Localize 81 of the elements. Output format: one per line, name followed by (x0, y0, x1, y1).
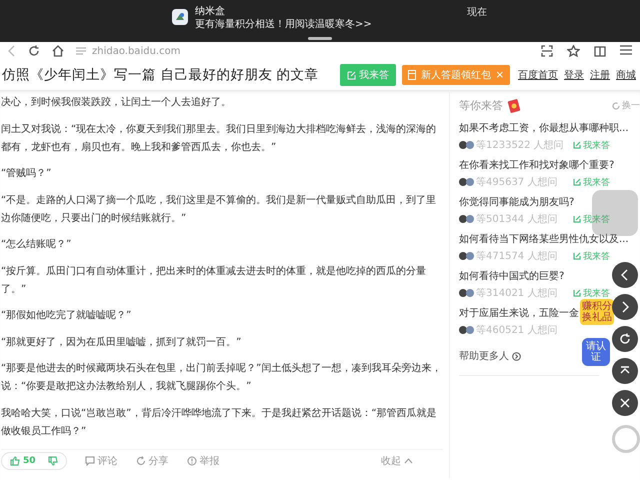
page-title: 仿照《少年闰土》写一篇 自己最好的好朋友 的文章 (2, 66, 320, 84)
refresh-link[interactable]: 换一 (612, 99, 640, 112)
answer-link[interactable]: 我来答 (573, 286, 610, 300)
asker-count: 等495637 人想问 (476, 176, 558, 189)
asker-count: 等1233522 人想问 (476, 138, 564, 152)
scroll-top-button[interactable] (612, 358, 638, 384)
reload-button[interactable] (612, 326, 638, 352)
article-paragraph: 我哈哈大笑，口说“岂敢岂敢”，背后冷汗哗哗地流了下来。于是我赶紧岔开话题说：“那管西瓜就是做收银员工作吗？” (1, 406, 438, 438)
nav-link[interactable]: 商城 (616, 68, 636, 82)
notification-time: 现在 (467, 6, 487, 19)
answer-link[interactable]: 我来答 (573, 176, 610, 188)
question-title[interactable]: 对于应届生来说，五险一金 (459, 306, 579, 320)
promo-text: 新人答题领红包 (421, 68, 491, 82)
question-title[interactable]: 如何看待当下网络某些男性仇女以及... (459, 232, 629, 246)
asker-count: 等501344 人想问 (476, 212, 558, 226)
asker-count: 等471574 人想问 (476, 250, 558, 263)
edit-icon (573, 215, 581, 223)
close-button[interactable]: × (496, 69, 504, 81)
share-button[interactable]: 分享 (136, 454, 169, 468)
envelope-icon (507, 98, 521, 112)
verify-badge[interactable]: 请认证 (582, 338, 610, 366)
asker-count: 等314021 人想问 (476, 286, 558, 300)
chevron-circle-icon (512, 352, 521, 360)
answer-link[interactable]: 我来答 (573, 212, 610, 226)
question-title[interactable]: 如何看待中国式的巨婴? (459, 269, 564, 283)
question-title[interactable]: 你觉得同事能成为朋友吗? (459, 195, 574, 209)
menu-icon[interactable] (620, 45, 632, 55)
article-paragraph: “管贼吗？” (1, 166, 52, 181)
drag-handle[interactable] (308, 37, 332, 40)
question-title[interactable]: 如果不考虑工资，你最想从事哪种职... (459, 121, 629, 135)
scan-icon[interactable] (541, 45, 553, 57)
thumbs-down-icon[interactable] (48, 456, 58, 466)
share-icon (136, 456, 146, 466)
question-title[interactable]: 在你看来找工作和找对象哪个重要? (459, 158, 614, 172)
thumbs-up-icon[interactable] (10, 456, 20, 466)
article-paragraph: 闰土又对我说：“现在太冷，你夏天到我们那里去。我们日里到海边大排档吃海鲜去，浅海的深海的都有，龙虾也有，扇贝也有。晚上我和爹管西瓜去，你也去。” (1, 122, 438, 154)
edit-icon (573, 141, 581, 149)
answer-link[interactable]: 我来答 (573, 250, 610, 262)
points-badge[interactable]: 赚积分换礼品 (580, 299, 614, 325)
edit-icon (573, 289, 581, 297)
app-icon (172, 9, 188, 25)
nav-link[interactable]: 注册 (590, 68, 610, 82)
edit-icon (573, 252, 581, 260)
article-paragraph: “那假如他吃完了就嘘嘘呢？” (1, 308, 132, 323)
home-icon[interactable] (52, 45, 64, 57)
article-paragraph: “那就更好了，因为在瓜田里嘘嘘，抓到了就罚一百。” (1, 336, 242, 350)
star-icon[interactable] (567, 45, 580, 57)
envelope-icon (408, 70, 416, 80)
edit-icon (347, 70, 356, 80)
nav-link[interactable]: 登录 (564, 68, 584, 82)
answer-button[interactable]: 我来答 (340, 64, 396, 86)
section-title: 等你来答 (459, 98, 503, 113)
back-button[interactable] (612, 262, 638, 288)
exclamation-icon (186, 456, 197, 466)
reload-icon (619, 333, 631, 345)
article-paragraph: 决心，到时候我假装跌跤，让闰土一个人去追好了。 (1, 96, 232, 110)
article-paragraph: “怎么结账呢？” (1, 238, 72, 252)
url-text[interactable]: zhidao.baidu.com (92, 46, 180, 56)
forward-button[interactable] (612, 294, 638, 320)
report-button[interactable]: 举报 (186, 454, 220, 468)
article-paragraph: “不是。走路的人口渴了摘一个瓜吃，我们这里是不算偷的。我们是新一代量贩式自助瓜田，到了里边你随便吃，只要出门的时候结账就行。” (1, 194, 438, 226)
promo-banner[interactable]: 新人答题领红包 × (402, 65, 510, 85)
edit-icon (573, 178, 581, 186)
asker-count: 等460521 人想问 (476, 324, 558, 337)
refresh-icon[interactable] (28, 45, 40, 57)
close-icon (619, 397, 631, 409)
caret-up-icon (404, 458, 413, 464)
comment-button[interactable]: 评论 (84, 454, 118, 468)
answer-link[interactable]: 我来答 (573, 138, 610, 152)
refresh-icon (612, 102, 620, 110)
close-button[interactable] (612, 390, 638, 416)
article-paragraph: “那要是他进去的时候藏两块石头在包里，出门前丢掉呢？”闰土低头想了一想，凑到我耳朵旁边来，说：“你要是敢把这办法教给别人，我就飞腿踢你个头。” (1, 362, 442, 394)
menu-icon (76, 47, 86, 55)
collapse-button[interactable]: 收起 (381, 454, 413, 468)
book-icon[interactable] (594, 45, 606, 57)
article-paragraph: “按斤算。瓜田门口有自动体重计，把出来时的体重减去进去时的体重，就是他吃掉的西瓜的分量了。” (1, 264, 428, 296)
app-name: 纳米盒 (195, 5, 226, 18)
speech-bubble-icon (84, 456, 95, 466)
nav-link[interactable]: 百度首页 (518, 68, 558, 82)
notification-message: 更有海量积分相送！用阅读温暖寒冬>> (195, 18, 373, 31)
like-count: 50 (23, 456, 36, 466)
